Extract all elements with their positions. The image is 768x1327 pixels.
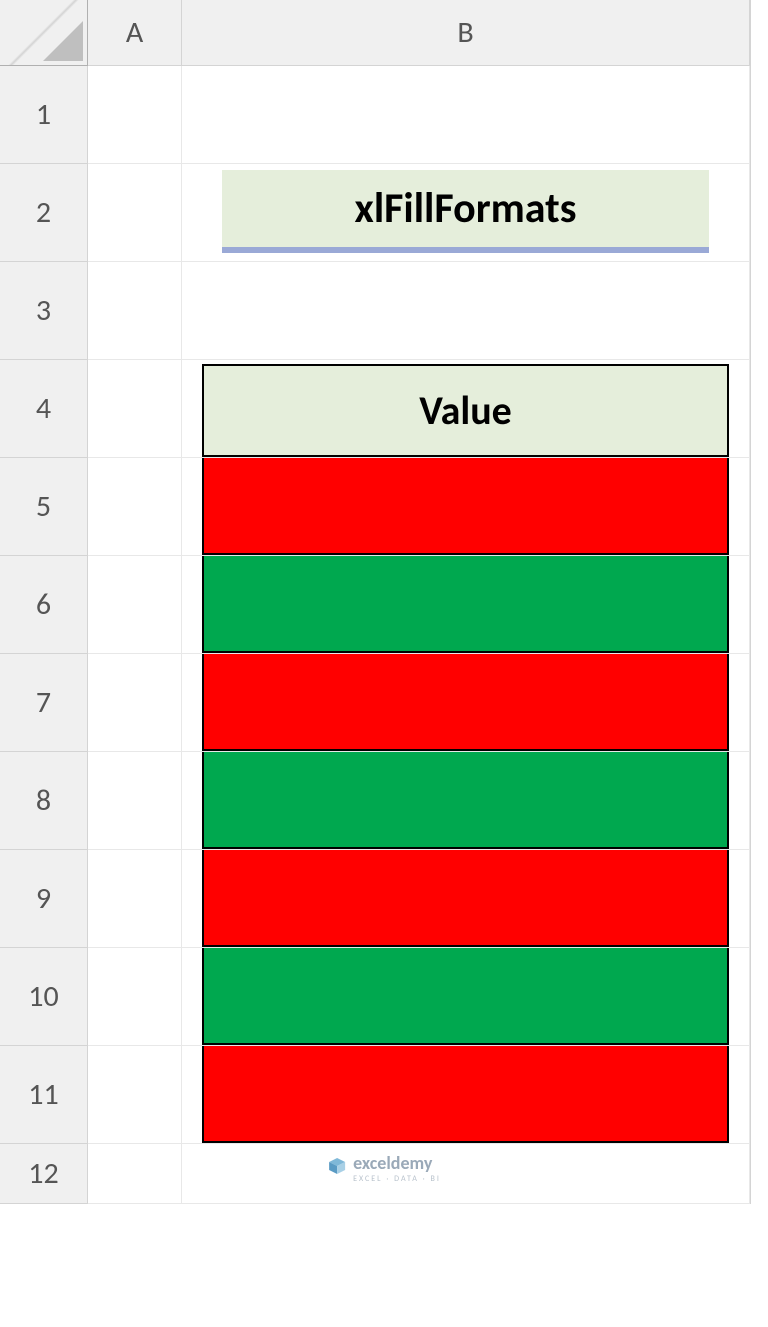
row-header-6[interactable]: 6: [0, 556, 88, 654]
row-header-4[interactable]: 4: [0, 360, 88, 458]
cell-c7-edge: [750, 654, 768, 752]
watermark-name: exceldemy: [353, 1152, 432, 1174]
cell-b12[interactable]: [182, 1144, 750, 1204]
cell-b1[interactable]: [182, 66, 750, 164]
row-header-10[interactable]: 10: [0, 948, 88, 1046]
cell-b5[interactable]: [182, 458, 750, 556]
title-cell: xlFillFormats: [222, 170, 709, 253]
select-all-corner[interactable]: [0, 0, 88, 66]
column-header-a[interactable]: A: [88, 0, 182, 66]
cell-b2[interactable]: xlFillFormats: [182, 164, 750, 262]
watermark: exceldemy EXCEL · DATA · BI: [327, 1152, 441, 1184]
row-header-5[interactable]: 5: [0, 458, 88, 556]
cell-b3[interactable]: [182, 262, 750, 360]
cell-c3-edge: [750, 262, 768, 360]
column-header-b[interactable]: B: [182, 0, 750, 66]
cell-c6-edge: [750, 556, 768, 654]
cell-c8-edge: [750, 752, 768, 850]
row-header-2[interactable]: 2: [0, 164, 88, 262]
cell-c11-edge: [750, 1046, 768, 1144]
row-header-8[interactable]: 8: [0, 752, 88, 850]
watermark-tag: EXCEL · DATA · BI: [353, 1174, 441, 1184]
cell-c9-edge: [750, 850, 768, 948]
row-header-3[interactable]: 3: [0, 262, 88, 360]
cell-a6[interactable]: [88, 556, 182, 654]
select-all-triangle-icon: [43, 21, 83, 61]
cell-c4-edge: [750, 360, 768, 458]
cell-c2-edge: [750, 164, 768, 262]
cell-c12-edge: [750, 1144, 768, 1204]
cell-b10[interactable]: [182, 948, 750, 1046]
cell-b6[interactable]: [182, 556, 750, 654]
cell-a12[interactable]: [88, 1144, 182, 1204]
cell-a2[interactable]: [88, 164, 182, 262]
cell-b9[interactable]: [182, 850, 750, 948]
table-header-value: Value: [202, 364, 729, 457]
cube-icon: [327, 1156, 347, 1181]
cell-c1-edge: [750, 66, 768, 164]
table-row: [202, 654, 729, 751]
cell-c10-edge: [750, 948, 768, 1046]
row-header-11[interactable]: 11: [0, 1046, 88, 1144]
cell-a3[interactable]: [88, 262, 182, 360]
spreadsheet-grid: A B 1 2 xlFillFormats 3 4 Value 5 6 7 8 …: [0, 0, 768, 1204]
table-row: [202, 556, 729, 653]
cell-a1[interactable]: [88, 66, 182, 164]
cell-a10[interactable]: [88, 948, 182, 1046]
cell-a9[interactable]: [88, 850, 182, 948]
table-row: [202, 948, 729, 1045]
cell-a5[interactable]: [88, 458, 182, 556]
column-header-c-edge: [750, 0, 768, 66]
cell-a7[interactable]: [88, 654, 182, 752]
cell-b8[interactable]: [182, 752, 750, 850]
cell-a8[interactable]: [88, 752, 182, 850]
table-row: [202, 752, 729, 849]
cell-a11[interactable]: [88, 1046, 182, 1144]
table-row: [202, 1046, 729, 1143]
cell-b4[interactable]: Value: [182, 360, 750, 458]
cell-b7[interactable]: [182, 654, 750, 752]
cell-a4[interactable]: [88, 360, 182, 458]
row-header-12[interactable]: 12: [0, 1144, 88, 1204]
row-header-7[interactable]: 7: [0, 654, 88, 752]
cell-b11[interactable]: [182, 1046, 750, 1144]
table-row: [202, 458, 729, 555]
cell-c5-edge: [750, 458, 768, 556]
row-header-1[interactable]: 1: [0, 66, 88, 164]
table-row: [202, 850, 729, 947]
row-header-9[interactable]: 9: [0, 850, 88, 948]
